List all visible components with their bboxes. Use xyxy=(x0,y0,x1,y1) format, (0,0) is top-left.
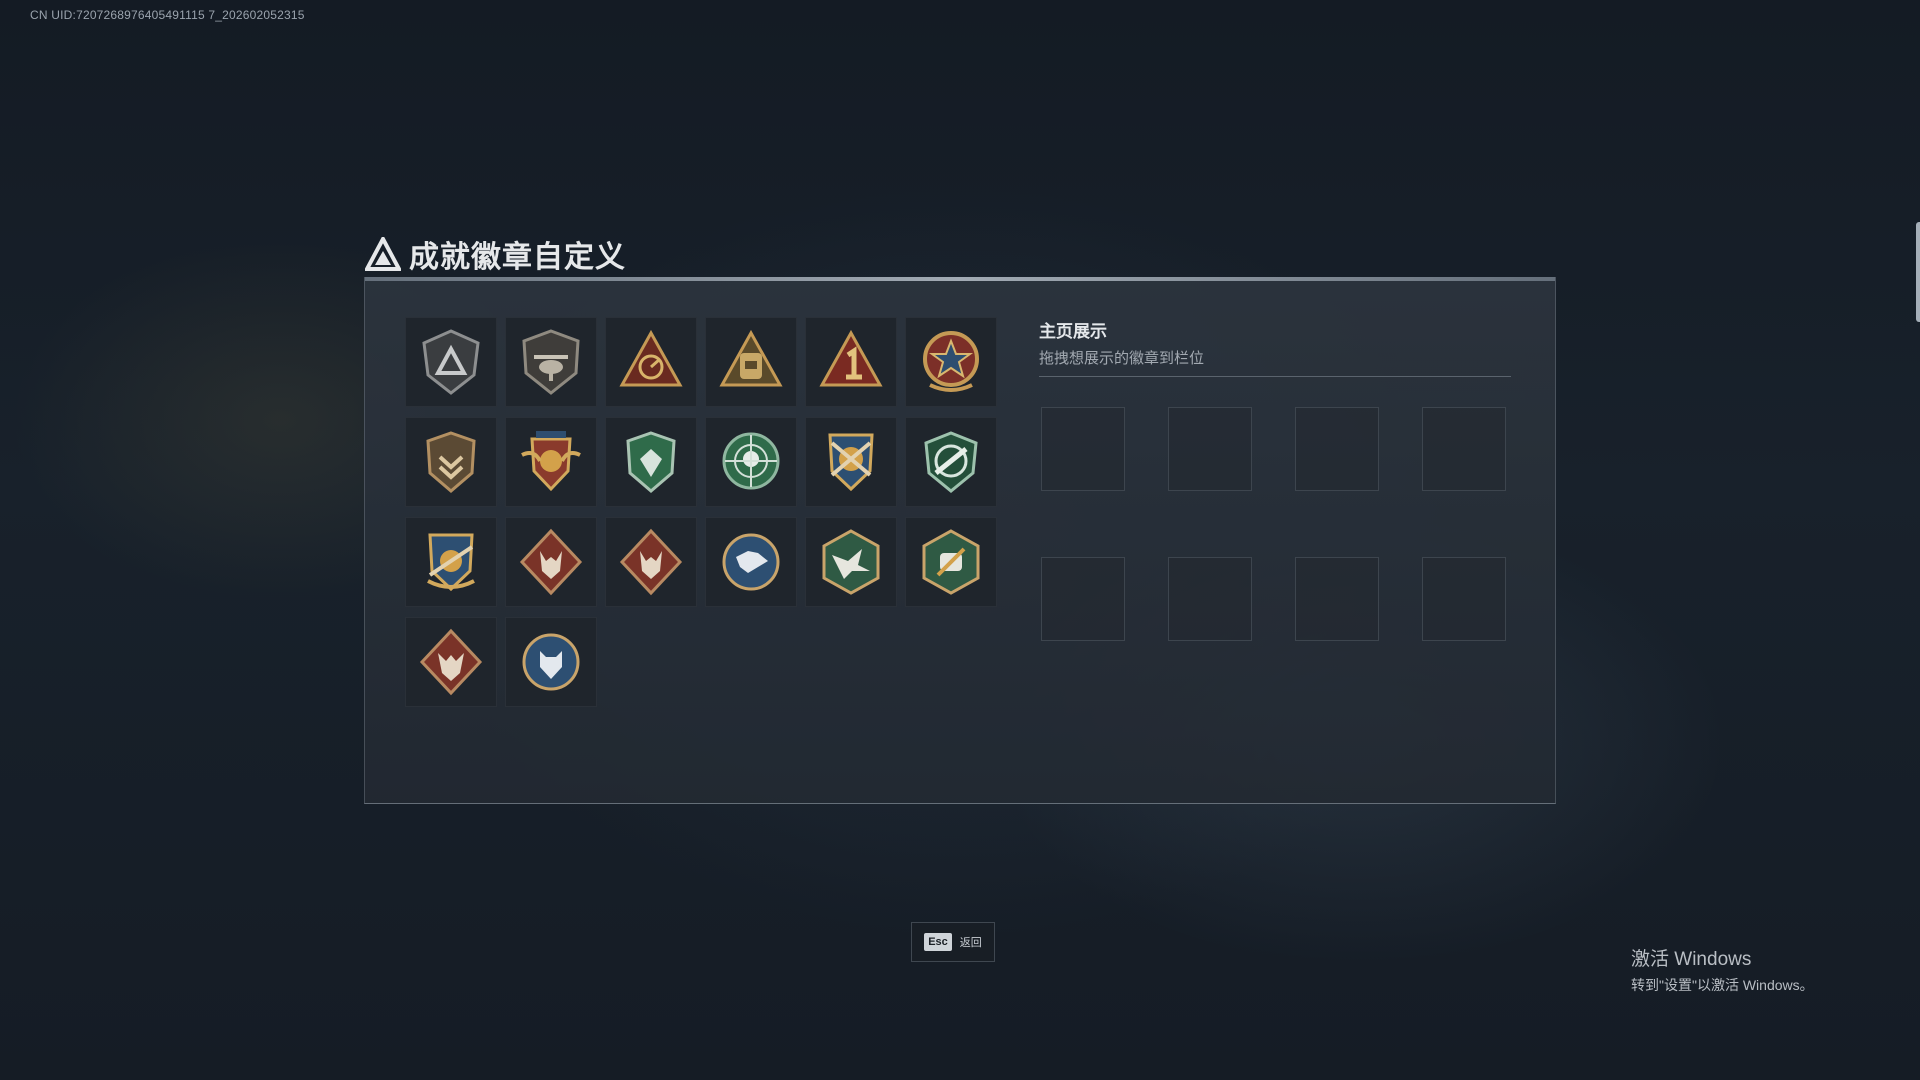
backpack-triangle-badge-icon xyxy=(719,329,783,387)
blade-shield-badge-icon xyxy=(427,533,475,592)
back-button-label: 返回 xyxy=(959,937,982,949)
badge-slot-3[interactable] xyxy=(605,317,697,407)
red-wolf-diamond-badge-icon xyxy=(419,628,483,696)
radar-triangle-badge-icon xyxy=(619,329,683,387)
badge-slot-7[interactable] xyxy=(405,417,497,507)
badge-slot-17[interactable] xyxy=(805,517,897,607)
red-wolf-badge-icon xyxy=(619,528,683,596)
homepage-showcase: 主页展示 拖拽想展示的徽章到栏位 xyxy=(1039,317,1511,377)
badge-slot-9[interactable] xyxy=(605,417,697,507)
delta-logo-icon xyxy=(365,237,401,271)
skull-crosshair-badge-icon xyxy=(722,432,780,490)
badge-slot-20[interactable] xyxy=(505,617,597,707)
badge-slot-2[interactable] xyxy=(505,317,597,407)
star-medal-badge-icon xyxy=(923,331,979,392)
showcase-subtitle: 拖拽想展示的徽章到栏位 xyxy=(1039,350,1205,367)
badge-slot-16[interactable] xyxy=(705,517,797,607)
showcase-slot-5[interactable] xyxy=(1041,557,1125,641)
badge-customize-panel: 主页展示 拖拽想展示的徽章到栏位 xyxy=(364,277,1556,804)
uid-label: CN UID:7207268976405491115 7_20260205231… xyxy=(30,8,305,22)
window-title: 成就徽章自定义 xyxy=(409,241,626,274)
showcase-divider xyxy=(1039,376,1511,377)
red-wolf-badge-icon xyxy=(519,528,583,596)
showcase-slot-1[interactable] xyxy=(1041,407,1125,491)
window-title-row: 成就徽章自定义 xyxy=(365,232,626,276)
helicopter-badge-icon xyxy=(522,329,580,395)
badge-slot-18[interactable] xyxy=(905,517,997,607)
badge-grid xyxy=(405,317,997,707)
back-button[interactable]: Esc 返回 xyxy=(911,922,995,962)
delta-shield-badge-icon xyxy=(422,329,480,395)
crossed-guns-crest-badge-icon xyxy=(828,433,874,492)
blue-wolf-badge-icon xyxy=(722,533,780,591)
badge-slot-5[interactable] xyxy=(805,317,897,407)
badge-slot-12[interactable] xyxy=(905,417,997,507)
winged-crest-badge-icon xyxy=(521,431,581,492)
green-gem-badge-icon xyxy=(626,431,676,493)
badge-slot-6[interactable] xyxy=(905,317,997,407)
number-one-triangle-badge-icon xyxy=(819,329,883,387)
showcase-slot-4[interactable] xyxy=(1422,407,1506,491)
edge-tab[interactable] xyxy=(1916,222,1920,322)
windows-activation-watermark: 激活 Windows 转到"设置"以激活 Windows。 xyxy=(1631,944,1814,995)
panel-top-border xyxy=(365,277,1555,281)
activation-hint: 转到"设置"以激活 Windows。 xyxy=(1631,977,1814,993)
badge-slot-19[interactable] xyxy=(405,617,497,707)
badge-slot-14[interactable] xyxy=(505,517,597,607)
badge-slot-13[interactable] xyxy=(405,517,497,607)
showcase-slot-6[interactable] xyxy=(1168,557,1252,641)
badge-slot-11[interactable] xyxy=(805,417,897,507)
badge-slot-4[interactable] xyxy=(705,317,797,407)
showcase-slot-3[interactable] xyxy=(1295,407,1379,491)
badge-slot-1[interactable] xyxy=(405,317,497,407)
chevron-shield-badge-icon xyxy=(426,431,476,493)
showcase-slots xyxy=(1041,407,1506,641)
fist-hexagon-badge-icon xyxy=(922,529,980,595)
rifle-shield-badge-icon xyxy=(924,431,978,493)
hawk-hexagon-badge-icon xyxy=(822,529,880,595)
badge-slot-10[interactable] xyxy=(705,417,797,507)
showcase-slot-8[interactable] xyxy=(1422,557,1506,641)
showcase-slot-2[interactable] xyxy=(1168,407,1252,491)
esc-key-icon: Esc xyxy=(924,933,952,951)
badge-slot-15[interactable] xyxy=(605,517,697,607)
blue-tiger-badge-icon xyxy=(522,633,580,691)
showcase-slot-7[interactable] xyxy=(1295,557,1379,641)
badge-slot-8[interactable] xyxy=(505,417,597,507)
activation-title: 激活 Windows xyxy=(1631,949,1752,970)
showcase-title: 主页展示 xyxy=(1039,322,1107,341)
